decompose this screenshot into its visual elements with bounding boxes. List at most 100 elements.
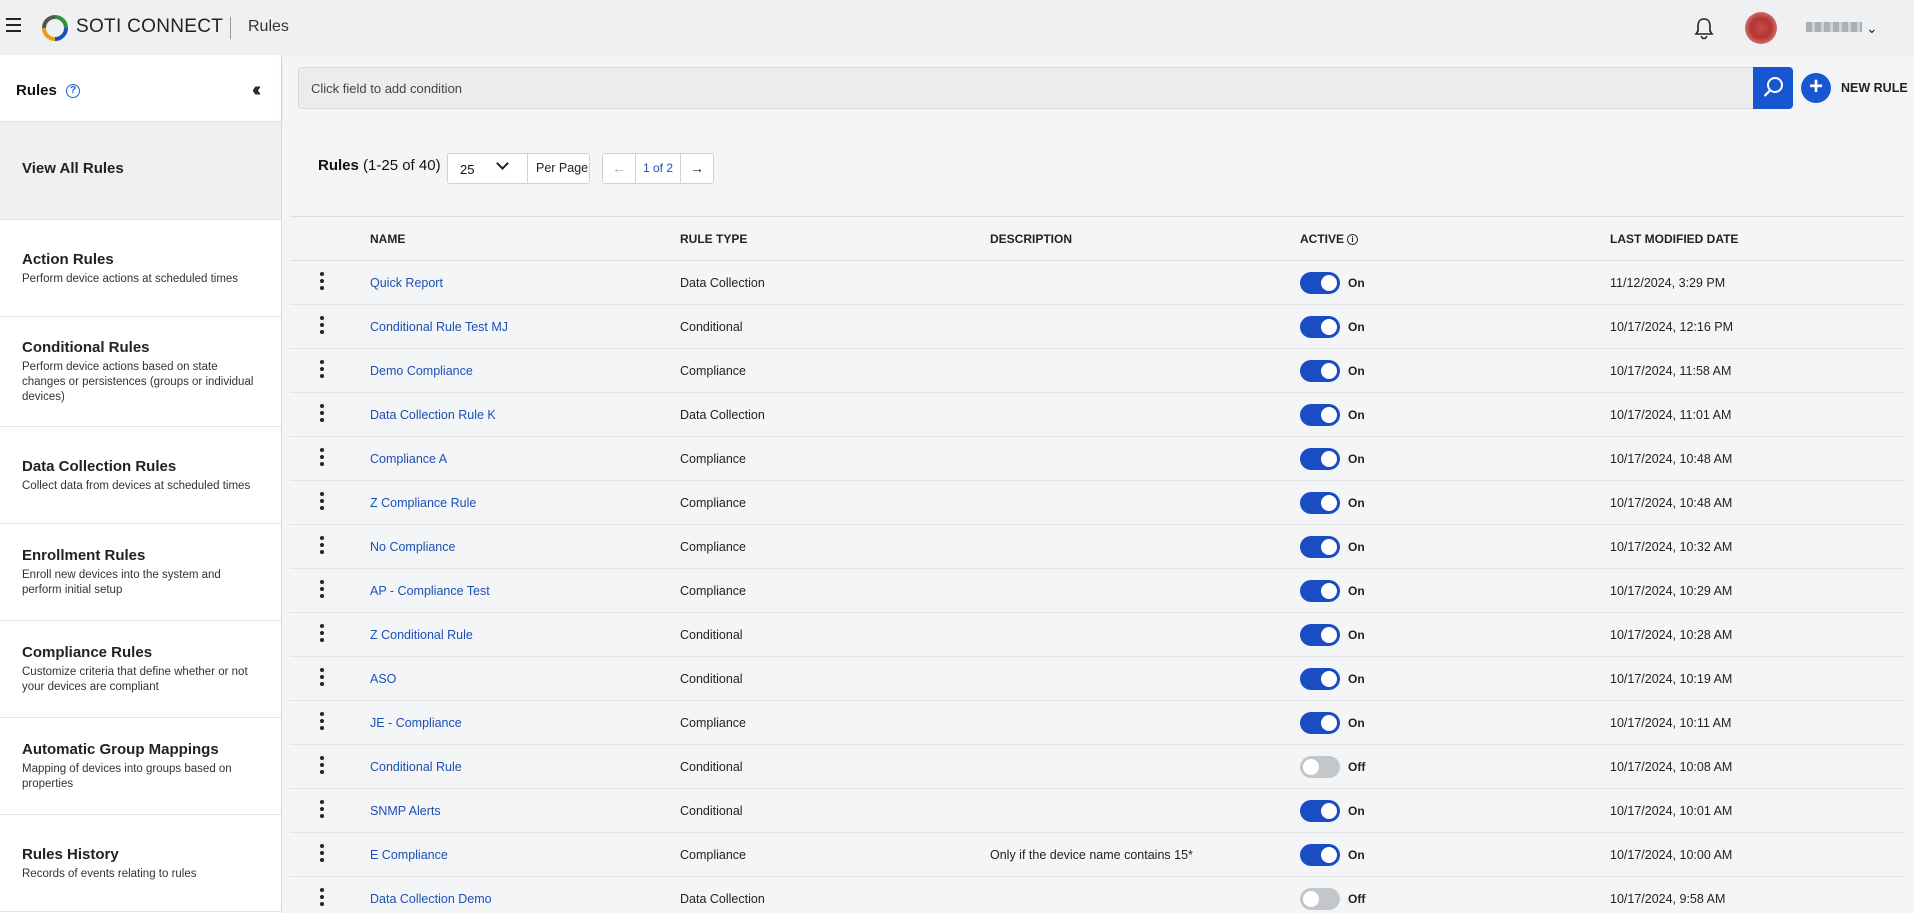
toggle-switch[interactable]: [1300, 271, 1340, 294]
toggle-switch[interactable]: [1300, 711, 1340, 734]
sidebar-item-action-rules[interactable]: Action Rules Perform device actions at s…: [0, 220, 281, 317]
help-icon[interactable]: ?: [66, 84, 80, 98]
toggle-switch[interactable]: [1300, 887, 1340, 910]
toggle-switch[interactable]: [1300, 755, 1340, 778]
more-options-icon[interactable]: [320, 360, 324, 378]
new-rule-label: NEW RULE: [1841, 81, 1908, 95]
chevron-down-icon[interactable]: ⌄: [1866, 20, 1878, 37]
active-toggle[interactable]: On: [1300, 623, 1610, 646]
toggle-switch[interactable]: [1300, 843, 1340, 866]
active-toggle[interactable]: On: [1300, 271, 1610, 294]
active-toggle[interactable]: On: [1300, 667, 1610, 690]
more-options-icon[interactable]: [320, 624, 324, 642]
active-cell: On: [1300, 568, 1610, 613]
chevron-down-icon: [496, 157, 509, 170]
toggle-switch[interactable]: [1300, 403, 1340, 426]
more-options-icon[interactable]: [320, 536, 324, 554]
active-toggle[interactable]: On: [1300, 315, 1610, 338]
more-options-icon[interactable]: [320, 448, 324, 466]
more-options-icon[interactable]: [320, 712, 324, 730]
active-toggle[interactable]: On: [1300, 535, 1610, 558]
header-last-modified[interactable]: LAST MODIFIED DATE: [1610, 216, 1904, 261]
more-options-icon[interactable]: [320, 668, 324, 686]
condition-input[interactable]: [298, 67, 1754, 109]
sidebar-item-data-collection-rules[interactable]: Data Collection Rules Collect data from …: [0, 427, 281, 524]
toggle-switch[interactable]: [1300, 667, 1340, 690]
rule-name-link[interactable]: Conditional Rule: [370, 760, 462, 774]
user-name-redacted[interactable]: [1806, 22, 1862, 32]
header-active[interactable]: ACTIVE i: [1300, 216, 1610, 261]
active-toggle[interactable]: On: [1300, 579, 1610, 602]
row-actions-cell: [290, 788, 370, 833]
toggle-switch[interactable]: [1300, 315, 1340, 338]
toggle-switch[interactable]: [1300, 579, 1340, 602]
next-page-button[interactable]: →: [680, 154, 713, 183]
rule-name-link[interactable]: Demo Compliance: [370, 364, 473, 378]
sidebar-item-view-all-rules[interactable]: View All Rules: [0, 122, 281, 220]
rule-name-link[interactable]: SNMP Alerts: [370, 804, 441, 818]
active-toggle[interactable]: On: [1300, 799, 1610, 822]
search-button[interactable]: [1753, 67, 1793, 109]
toggle-switch[interactable]: [1300, 491, 1340, 514]
active-toggle[interactable]: Off: [1300, 755, 1610, 778]
rule-name-link[interactable]: E Compliance: [370, 848, 448, 862]
menu-icon[interactable]: [6, 18, 21, 32]
sidebar-item-enrollment-rules[interactable]: Enrollment Rules Enroll new devices into…: [0, 524, 281, 621]
bell-icon[interactable]: [1693, 16, 1715, 40]
toggle-switch[interactable]: [1300, 623, 1340, 646]
toggle-switch[interactable]: [1300, 447, 1340, 470]
active-toggle[interactable]: On: [1300, 403, 1610, 426]
rule-name-link[interactable]: Data Collection Rule K: [370, 408, 496, 422]
more-options-icon[interactable]: [320, 888, 324, 906]
active-toggle[interactable]: On: [1300, 491, 1610, 514]
sidebar-item-rules-history[interactable]: Rules History Records of events relating…: [0, 815, 281, 912]
header-description[interactable]: DESCRIPTION: [990, 216, 1300, 261]
sidebar-item-automatic-group-mappings[interactable]: Automatic Group Mappings Mapping of devi…: [0, 718, 281, 815]
row-actions-cell: [290, 392, 370, 437]
rule-type-cell: Compliance: [680, 700, 990, 745]
header-rule-type[interactable]: RULE TYPE: [680, 216, 990, 261]
more-options-icon[interactable]: [320, 800, 324, 818]
rule-name-link[interactable]: Quick Report: [370, 276, 443, 290]
rule-type-cell: Conditional: [680, 744, 990, 789]
more-options-icon[interactable]: [320, 580, 324, 598]
more-options-icon[interactable]: [320, 844, 324, 862]
rule-name-link[interactable]: ASO: [370, 672, 396, 686]
rule-name-link[interactable]: No Compliance: [370, 540, 455, 554]
rule-name-link[interactable]: Data Collection Demo: [370, 892, 492, 906]
rule-name-link[interactable]: Compliance A: [370, 452, 447, 466]
active-toggle[interactable]: On: [1300, 359, 1610, 382]
new-rule-button[interactable]: + NEW RULE: [1801, 72, 1908, 104]
rule-name-link[interactable]: Z Compliance Rule: [370, 496, 476, 510]
table-body: Quick Report Data Collection On 11/12/2024,…: [290, 260, 1904, 913]
rule-name-link[interactable]: AP - Compliance Test: [370, 584, 490, 598]
sidebar-item-conditional-rules[interactable]: Conditional Rules Perform device actions…: [0, 317, 281, 427]
more-options-icon[interactable]: [320, 272, 324, 290]
more-options-icon[interactable]: [320, 492, 324, 510]
header-name[interactable]: NAME: [370, 216, 680, 261]
toggle-switch[interactable]: [1300, 359, 1340, 382]
active-toggle[interactable]: On: [1300, 711, 1610, 734]
per-page-select[interactable]: 25: [448, 154, 528, 183]
more-options-icon[interactable]: [320, 316, 324, 334]
toggle-switch[interactable]: [1300, 535, 1340, 558]
table-row: Z Conditional Rule Conditional On 10/17/202…: [290, 612, 1904, 657]
header-name-label: NAME: [370, 231, 406, 246]
avatar[interactable]: [1745, 12, 1777, 44]
sidebar-item-compliance-rules[interactable]: Compliance Rules Customize criteria that…: [0, 621, 281, 718]
active-toggle[interactable]: Off: [1300, 887, 1610, 910]
more-options-icon[interactable]: [320, 756, 324, 774]
rule-name-link[interactable]: Conditional Rule Test MJ: [370, 320, 508, 334]
info-icon[interactable]: i: [1347, 233, 1359, 245]
rule-name-link[interactable]: Z Conditional Rule: [370, 628, 473, 642]
sidebar-item-label: View All Rules: [22, 160, 124, 177]
collapse-sidebar-icon[interactable]: ‹‹: [252, 79, 262, 102]
prev-page-button[interactable]: ←: [603, 154, 636, 183]
toggle-switch[interactable]: [1300, 799, 1340, 822]
more-options-icon[interactable]: [320, 404, 324, 422]
active-toggle[interactable]: On: [1300, 447, 1610, 470]
sidebar-item-label: Data Collection Rules: [22, 458, 177, 475]
active-toggle[interactable]: On: [1300, 843, 1610, 866]
rule-name-link[interactable]: JE - Compliance: [370, 716, 462, 730]
rule-type-cell: Conditional: [680, 612, 990, 657]
